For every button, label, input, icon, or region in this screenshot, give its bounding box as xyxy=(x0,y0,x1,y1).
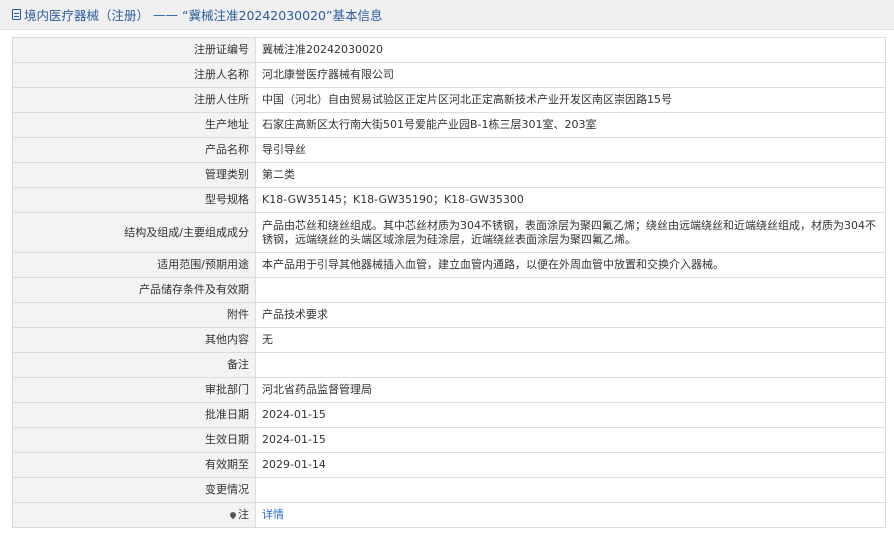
table-row: 管理类别 第二类 xyxy=(12,162,886,188)
details-link[interactable]: 详情 xyxy=(262,508,284,521)
row-value: 无 xyxy=(255,327,886,353)
row-label: 审批部门 xyxy=(12,377,256,403)
table-row: 注册人名称 河北康誉医疗器械有限公司 xyxy=(12,62,886,88)
table-row: 批准日期 2024-01-15 xyxy=(12,402,886,428)
row-label: 注 xyxy=(238,508,249,521)
row-value: 2029-01-14 xyxy=(255,452,886,478)
row-label: 产品名称 xyxy=(12,137,256,163)
header-title: “冀械注准20242030020”基本信息 xyxy=(182,8,383,23)
table-row: 注册证编号 冀械注准20242030020 xyxy=(12,37,886,63)
note-value-cell: 详情 xyxy=(255,502,886,528)
row-label: 生效日期 xyxy=(12,427,256,453)
table-row: 有效期至 2029-01-14 xyxy=(12,452,886,478)
row-label: 适用范围/预期用途 xyxy=(12,252,256,278)
page-header: 境内医疗器械（注册） —— “冀械注准20242030020”基本信息 xyxy=(0,0,894,30)
row-label: 结构及组成/主要组成成分 xyxy=(12,212,256,253)
row-value: 2024-01-15 xyxy=(255,427,886,453)
row-value xyxy=(255,277,886,303)
table-row: 结构及组成/主要组成成分 产品由芯丝和绕丝组成。其中芯丝材质为304不锈钢，表面涂… xyxy=(12,212,886,253)
row-value: 河北省药品监督管理局 xyxy=(255,377,886,403)
row-value: K18-GW35145；K18-GW35190；K18-GW35300 xyxy=(255,187,886,213)
row-label: 附件 xyxy=(12,302,256,328)
row-value: 河北康誉医疗器械有限公司 xyxy=(255,62,886,88)
row-label: 变更情况 xyxy=(12,477,256,503)
header-dash: —— xyxy=(153,7,179,22)
row-value: 产品由芯丝和绕丝组成。其中芯丝材质为304不锈钢，表面涂层为聚四氟乙烯；绕丝由远… xyxy=(255,212,886,253)
row-value: 第二类 xyxy=(255,162,886,188)
row-label: 注册证编号 xyxy=(12,37,256,63)
row-value: 冀械注准20242030020 xyxy=(255,37,886,63)
table-row: 注册人住所 中国（河北）自由贸易试验区正定片区河北正定高新技术产业开发区南区崇因路… xyxy=(12,87,886,113)
table-row: 附件 产品技术要求 xyxy=(12,302,886,328)
row-value: 石家庄高新区太行南大街501号爱能产业园B-1栋三层301室、203室 xyxy=(255,112,886,138)
table-row: 产品储存条件及有效期 xyxy=(12,277,886,303)
row-label: 注册人住所 xyxy=(12,87,256,113)
table-row: 生效日期 2024-01-15 xyxy=(12,427,886,453)
row-value: 导引导丝 xyxy=(255,137,886,163)
row-value: 中国（河北）自由贸易试验区正定片区河北正定高新技术产业开发区南区崇因路15号 xyxy=(255,87,886,113)
table-row: 变更情况 xyxy=(12,477,886,503)
table-row: 备注 xyxy=(12,352,886,378)
pin-icon xyxy=(228,510,238,520)
table-row: 审批部门 河北省药品监督管理局 xyxy=(12,377,886,403)
row-value: 产品技术要求 xyxy=(255,302,886,328)
row-label: 备注 xyxy=(12,352,256,378)
info-table: 注册证编号 冀械注准20242030020 注册人名称 河北康誉医疗器械有限公司 注… xyxy=(12,37,886,528)
row-label: 管理类别 xyxy=(12,162,256,188)
row-label: 产品储存条件及有效期 xyxy=(12,277,256,303)
table-row: 注 详情 xyxy=(12,502,886,528)
table-row: 适用范围/预期用途 本产品用于引导其他器械插入血管，建立血管内通路，以便在外周血管… xyxy=(12,252,886,278)
row-label: 型号规格 xyxy=(12,187,256,213)
document-icon xyxy=(12,9,21,20)
table-row: 其他内容无 xyxy=(12,327,886,353)
table-row: 生产地址 石家庄高新区太行南大街501号爱能产业园B-1栋三层301室、203室 xyxy=(12,112,886,138)
row-value: 本产品用于引导其他器械插入血管，建立血管内通路，以便在外周血管中放置和交换介入器… xyxy=(255,252,886,278)
row-value: 2024-01-15 xyxy=(255,402,886,428)
row-label: 注册人名称 xyxy=(12,62,256,88)
note-label-cell: 注 xyxy=(12,502,256,528)
row-value xyxy=(255,352,886,378)
header-prefix: 境内医疗器械（注册） xyxy=(24,8,150,23)
row-value xyxy=(255,477,886,503)
row-label: 生产地址 xyxy=(12,112,256,138)
table-row: 型号规格 K18-GW35145；K18-GW35190；K18-GW35300 xyxy=(12,187,886,213)
row-label: 批准日期 xyxy=(12,402,256,428)
table-row: 产品名称 导引导丝 xyxy=(12,137,886,163)
row-label: 其他内容 xyxy=(12,327,256,353)
row-label: 有效期至 xyxy=(12,452,256,478)
